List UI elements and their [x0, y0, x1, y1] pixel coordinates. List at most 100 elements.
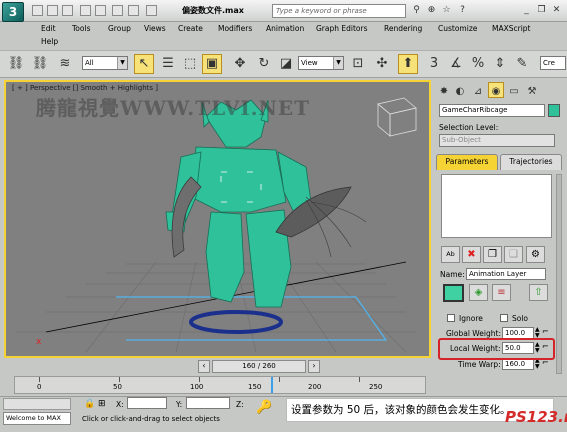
layer-color-swatch[interactable] — [443, 284, 464, 302]
close-icon[interactable]: ✕ — [550, 4, 563, 17]
timeline-label: 150 — [248, 383, 262, 391]
layer-name-field[interactable]: Animation Layer — [466, 268, 546, 280]
copy-layer-icon[interactable]: ❐ — [483, 246, 502, 263]
z-coord-label: Z: — [236, 400, 244, 409]
next-frame-icon[interactable]: › — [308, 360, 320, 373]
x-coord-label: X: — [116, 400, 124, 409]
current-frame-marker — [271, 377, 273, 393]
edit-named-selection-icon[interactable]: ✎ — [512, 54, 532, 74]
add-animation-layer-button[interactable]: Ab — [441, 246, 460, 263]
redo-icon[interactable] — [95, 5, 106, 16]
maxscript-mini-listener[interactable] — [3, 398, 71, 410]
unlink-icon[interactable]: ⛓ — [30, 54, 50, 74]
save-file-icon[interactable] — [62, 5, 73, 16]
undo-icon[interactable] — [80, 5, 91, 16]
menu-group[interactable]: Group — [108, 24, 131, 33]
time-slider[interactable]: 160 / 260 — [212, 360, 306, 373]
help-icon[interactable]: ? — [456, 4, 469, 17]
timeline-tick — [119, 377, 120, 382]
restore-icon[interactable]: ❐ — [535, 4, 548, 17]
y-coord-field[interactable] — [186, 397, 230, 409]
ignore-checkbox[interactable] — [447, 314, 455, 322]
menu-edit[interactable]: Edit — [41, 24, 56, 33]
hierarchy-panel-icon[interactable]: ⊿ — [470, 82, 486, 98]
named-selection-dropdown[interactable]: Cre — [540, 56, 566, 70]
select-and-scale-icon[interactable]: ◪ — [276, 54, 296, 74]
solo-checkbox[interactable] — [500, 314, 508, 322]
open-file-icon[interactable] — [47, 5, 58, 16]
layer-controller-icon[interactable]: ◈ — [469, 284, 488, 301]
window-crossing-icon[interactable]: ▣ — [202, 54, 222, 74]
lock-selection-icon[interactable]: 🔒 — [84, 399, 95, 409]
menu-rendering[interactable]: Rendering — [384, 24, 422, 33]
menu-tools[interactable]: Tools — [72, 24, 90, 33]
select-by-name-icon[interactable]: ☰ — [158, 54, 178, 74]
menu-create[interactable]: Create — [178, 24, 203, 33]
angle-snap-icon[interactable]: ∡ — [446, 54, 466, 74]
fetch-icon[interactable] — [128, 5, 139, 16]
app-logo-icon[interactable]: 3 — [2, 2, 24, 22]
selection-level-dropdown[interactable]: Sub-Object — [439, 134, 555, 147]
select-and-rotate-icon[interactable]: ↻ — [254, 54, 274, 74]
selection-filter-dropdown[interactable]: All ▼ — [82, 56, 128, 70]
reference-coordinate-value: View — [301, 59, 318, 67]
timeline-tick — [199, 377, 200, 382]
select-object-icon[interactable]: ↖ — [134, 54, 154, 74]
timeline-ruler[interactable]: 0 50 100 150 200 250 — [14, 376, 426, 394]
pivot-center-icon[interactable]: ⊡ — [348, 54, 368, 74]
viewport-label[interactable]: [ + ] Perspective [] Smooth + Highlights… — [12, 84, 158, 92]
select-and-move-icon[interactable]: ✥ — [230, 54, 250, 74]
menu-maxscript[interactable]: MAXScript — [492, 24, 531, 33]
keyboard-shortcut-override-icon[interactable]: ⬆ — [398, 54, 418, 74]
absolute-mode-icon[interactable]: ⊞ — [98, 399, 106, 409]
menu-modifiers[interactable]: Modifiers — [218, 24, 252, 33]
display-panel-icon[interactable]: ▭ — [506, 82, 522, 98]
project-folder-icon[interactable] — [146, 5, 157, 16]
minimize-icon[interactable]: _ — [520, 4, 533, 17]
listener-output[interactable]: Welcome to MAX — [3, 412, 71, 425]
motion-panel-icon[interactable]: ◉ — [488, 82, 504, 98]
snaps-toggle-icon[interactable]: 3 — [424, 54, 444, 74]
watermark: 腾龍視覺WWW.TLVI.NET — [36, 96, 311, 120]
rectangular-selection-icon[interactable]: ⬚ — [180, 54, 200, 74]
delete-layer-icon[interactable]: ✖ — [462, 246, 481, 263]
prev-frame-icon[interactable]: ‹ — [198, 360, 210, 373]
modify-panel-icon[interactable]: ◐ — [452, 82, 468, 98]
bind-space-warp-icon[interactable]: ≋ — [55, 54, 75, 74]
collapse-layer-icon[interactable]: ⇧ — [529, 284, 548, 301]
communication-center-icon[interactable]: ⊕ — [425, 4, 438, 17]
tab-parameters[interactable]: Parameters — [436, 154, 498, 170]
tab-trajectories[interactable]: Trajectories — [500, 154, 562, 170]
select-and-link-icon[interactable]: ⛓ — [6, 54, 26, 74]
utilities-panel-icon[interactable]: ⚒ — [524, 82, 540, 98]
new-file-icon[interactable] — [32, 5, 43, 16]
layer-stack-icon[interactable]: ≡ — [492, 284, 511, 301]
paste-layer-icon[interactable]: ❏ — [504, 246, 523, 263]
perspective-viewport[interactable]: x [ + ] Perspective [] Smooth + Highligh… — [4, 80, 431, 358]
selection-filter-value: All — [85, 59, 94, 67]
select-and-manipulate-icon[interactable]: ✣ — [372, 54, 392, 74]
menu-help[interactable]: Help — [41, 37, 58, 46]
menu-customize[interactable]: Customize — [438, 24, 477, 33]
menu-graph-editors[interactable]: Graph Editors — [316, 24, 368, 33]
reference-coordinate-dropdown[interactable]: View ▼ — [298, 56, 344, 70]
search-input[interactable]: Type a keyword or phrase — [272, 4, 406, 18]
site-logo: PS123.net — [505, 408, 567, 426]
create-panel-icon[interactable]: ✸ — [436, 82, 452, 98]
spinner-snap-icon[interactable]: ⇕ — [490, 54, 510, 74]
search-icon[interactable]: ⚲ — [410, 4, 423, 17]
hold-icon[interactable] — [112, 5, 123, 16]
menu-animation[interactable]: Animation — [266, 24, 304, 33]
layer-properties-icon[interactable]: ⚙ — [526, 246, 545, 263]
favorites-star-icon[interactable]: ☆ — [440, 4, 453, 17]
key-icon[interactable]: 🔑 — [256, 400, 272, 415]
percent-snap-icon[interactable]: % — [468, 54, 488, 74]
command-panel: ✸ ◐ ⊿ ◉ ▭ ⚒ GameCharRibcage Selection Le… — [434, 80, 567, 376]
object-color-swatch[interactable] — [548, 104, 560, 117]
main-toolbar: ⛓ ⛓ ≋ All ▼ ↖ ☰ ⬚ ▣ ✥ ↻ ◪ View ▼ ⊡ ✣ ⬆ 3 ∡… — [0, 50, 567, 78]
panel-scrollbar[interactable] — [556, 174, 562, 374]
object-name-field[interactable]: GameCharRibcage — [439, 104, 545, 117]
animation-layer-list[interactable] — [441, 174, 552, 238]
x-coord-field[interactable] — [127, 397, 167, 409]
menu-views[interactable]: Views — [144, 24, 166, 33]
